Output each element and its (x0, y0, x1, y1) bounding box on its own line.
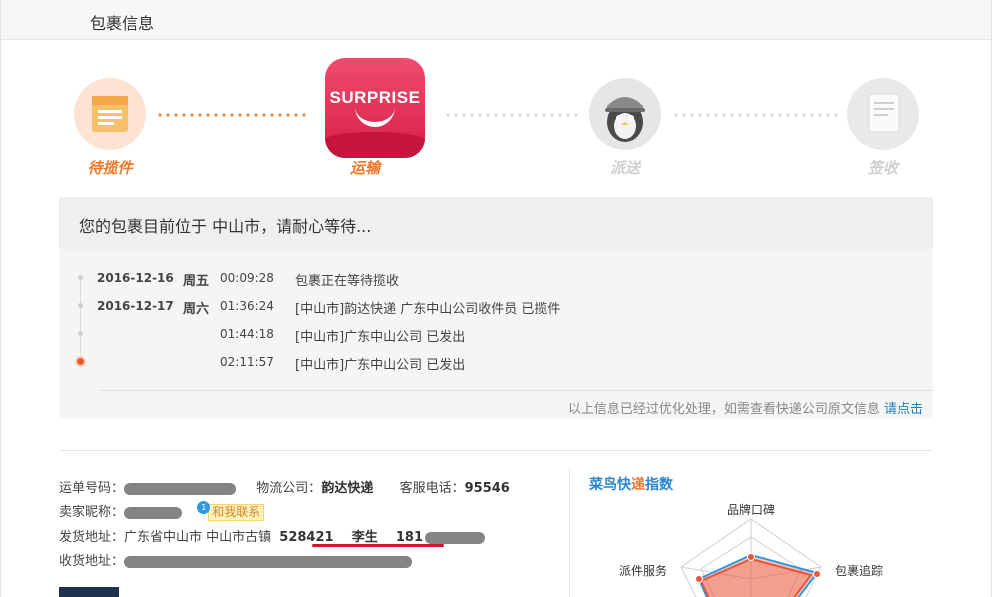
redacted-ship-to-address (124, 555, 413, 568)
courier-penguin-icon (605, 97, 645, 142)
package-box-icon (92, 96, 128, 132)
sender-name: 李生 (351, 530, 378, 545)
footer-note-text: 以上信息已经过优化处理，如需查看快递公司原文信息 (567, 402, 880, 417)
ship-from-row: 发货地址：广东省中山市 中山市古镇 528421 李生 181 (59, 526, 486, 545)
contact-seller-label: 和我联系 (212, 505, 261, 519)
step-signed-icon (847, 78, 919, 150)
frame-border-left (0, 0, 1, 597)
timeline-date: 2016-12-16 (97, 271, 174, 285)
timeline-description: [中山市]韵达快递 广东中山公司收件员 已揽件 (295, 302, 561, 317)
signed-document-icon (868, 93, 900, 133)
index-title-prefix: 菜鸟快 (589, 477, 631, 493)
redacted-sender-phone (425, 531, 486, 544)
timeline-date: 2016-12-17 (97, 299, 174, 313)
timeline-line (80, 277, 81, 359)
index-title-highlight: 递 (631, 477, 645, 493)
timeline-description: [中山市]广东中山公司 已发出 (295, 358, 466, 373)
step-label-delivery: 派送 (609, 159, 640, 177)
timeline-time: 02:11:57 (220, 355, 274, 369)
section-title: 包裹信息 (90, 14, 155, 33)
vertical-divider (569, 470, 570, 597)
timeline-dot (78, 331, 83, 336)
index-title-suffix: 指数 (645, 477, 673, 493)
timeline-time: 01:44:18 (220, 327, 274, 341)
company-label: 物流公司： (256, 481, 322, 496)
ship-from-postcode: 528421 (279, 530, 334, 545)
step-pending-pickup-icon (74, 78, 146, 150)
timeline-dot (78, 275, 83, 280)
progress-dots-pending-1 (444, 113, 578, 117)
message-bubble-icon: 1 (197, 501, 211, 514)
tracking-panel: 您的包裹目前位于 中山市，请耐心等待... 2016-12-16 周五 00:0… (59, 197, 933, 419)
radar-label-delivery-service: 派件服务 (619, 564, 668, 578)
company-value: 韵达快递 (321, 481, 374, 496)
ship-from-value: 广东省中山市 中山市古镇 (124, 530, 272, 545)
package-status-message: 您的包裹目前位于 中山市，请耐心等待... (79, 217, 372, 236)
tracking-number-row: 运单号码： 物流公司：韵达快递 客服电话：95546 (59, 477, 510, 496)
seller-row: 卖家昵称： 1 和我联系 (59, 501, 265, 521)
redacted-tracking-number (124, 482, 237, 495)
timeline-dot (78, 303, 83, 308)
red-annotation-underline (312, 544, 444, 547)
tracking-panel-header: 您的包裹目前位于 中山市，请耐心等待... (59, 197, 933, 249)
seller-label: 卖家昵称： (59, 505, 125, 520)
radar-label-tracking: 包裹追踪 (835, 564, 884, 578)
timeline-description: [中山市]广东中山公司 已发出 (295, 330, 466, 345)
step-label-signed: 签收 (867, 159, 898, 177)
ship-from-label: 发货地址： (59, 530, 125, 545)
contact-seller-button[interactable]: 1 和我联系 (197, 501, 265, 521)
timeline-dot-current (77, 358, 84, 365)
step-label-transit: 运输 (349, 159, 380, 177)
panel-footer-note: 以上信息已经过优化处理，如需查看快递公司原文信息 请点击 (568, 398, 923, 417)
sender-phone: 181 (395, 530, 424, 545)
product-thumbnail[interactable] (59, 587, 119, 597)
surprise-logo-base (325, 132, 425, 158)
tracking-number-label: 运单号码： (59, 481, 125, 496)
section-header: 包裹信息 (1, 0, 991, 40)
timeline-weekday: 周五 (183, 274, 210, 289)
step-delivery-icon (589, 78, 661, 150)
timeline-time: 01:36:24 (220, 299, 274, 313)
cainiao-radar-chart (680, 518, 822, 597)
section-divider (59, 450, 933, 451)
view-original-link[interactable]: 请点击 (884, 402, 923, 417)
cainiao-index-title: 菜鸟快递指数 (589, 474, 673, 494)
step-label-pending-pickup: 待揽件 (87, 159, 133, 177)
panel-divider (99, 390, 933, 391)
radar-label-brand: 品牌口碑 (727, 503, 776, 517)
redacted-seller-name (124, 506, 183, 519)
phone-label: 客服电话： (399, 481, 465, 496)
timeline-time: 00:09:28 (220, 271, 274, 285)
timeline-description: 包裹正在等待揽收 (295, 274, 400, 289)
progress-dots-done (156, 113, 310, 117)
step-transit-icon: SURPRISE (325, 58, 425, 158)
phone-value: 95546 (464, 481, 510, 496)
progress-dots-pending-2 (672, 113, 838, 117)
ship-to-row: 收货地址： (59, 550, 413, 569)
ship-to-label: 收货地址： (59, 554, 125, 569)
surprise-smile-icon (355, 102, 395, 127)
timeline-weekday: 周六 (183, 302, 210, 317)
